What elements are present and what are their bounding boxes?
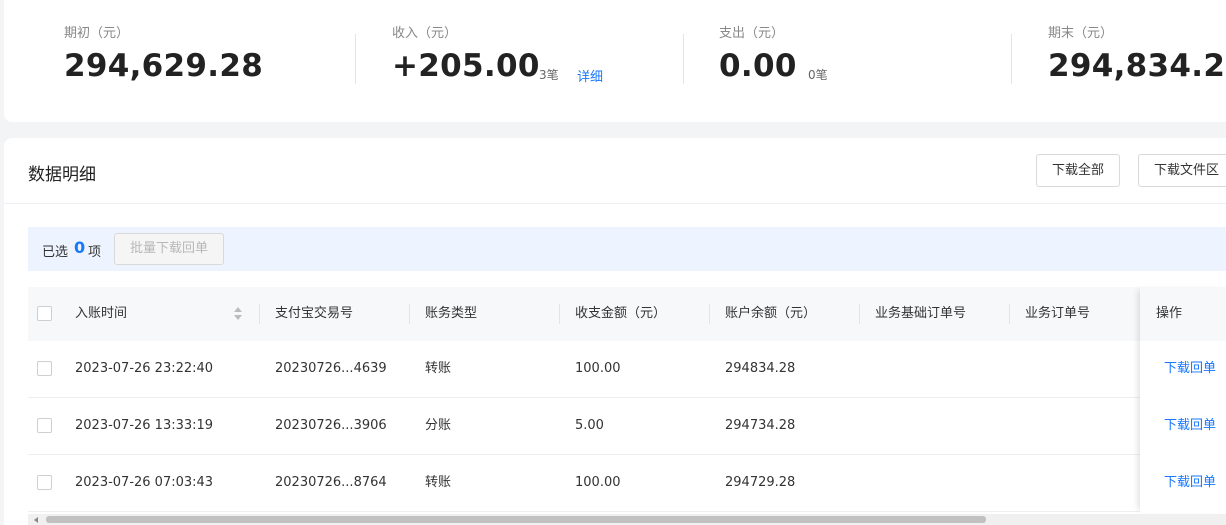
scrollbar-thumb[interactable] bbox=[46, 516, 986, 523]
column-separator bbox=[709, 304, 710, 324]
scroll-left-arrow-icon[interactable] bbox=[34, 517, 38, 523]
cell-balance: 294729.28 bbox=[725, 475, 796, 490]
selection-suffix: 项 bbox=[88, 245, 102, 260]
column-header-balance: 账户余额（元） bbox=[725, 306, 817, 321]
opening-balance-value: 294,629.28 bbox=[64, 48, 264, 84]
expense-count: 0笔 bbox=[808, 68, 828, 82]
horizontal-scrollbar[interactable] bbox=[28, 514, 1226, 525]
income-count: 3笔 bbox=[539, 68, 559, 82]
cell-trade-no: 20230726...3906 bbox=[275, 418, 387, 433]
table-row: 2023-07-26 13:33:19 20230726...3906 分账 5… bbox=[28, 398, 1226, 455]
table-row: 2023-07-26 23:22:40 20230726...4639 转账 1… bbox=[28, 341, 1226, 398]
income-detail-link[interactable]: 详细 bbox=[577, 66, 603, 85]
selection-count: 0 bbox=[74, 238, 86, 257]
data-detail-panel: 数据明细 下载全部 下载文件区 已选 0 项 批量下载回单 入账时间 支付宝交易… bbox=[4, 138, 1226, 525]
column-header-type: 账务类型 bbox=[425, 306, 478, 321]
cell-type: 分账 bbox=[425, 418, 452, 433]
opening-balance-label: 期初（元） bbox=[64, 26, 130, 41]
column-header-base-order: 业务基础订单号 bbox=[875, 306, 967, 321]
column-header-time[interactable]: 入账时间 bbox=[75, 287, 127, 341]
selection-bar: 已选 0 项 批量下载回单 bbox=[28, 227, 1226, 271]
divider bbox=[1011, 34, 1012, 84]
divider bbox=[4, 203, 1226, 204]
download-files-button[interactable]: 下载文件区 bbox=[1138, 154, 1226, 187]
cell-trade-no: 20230726...4639 bbox=[275, 361, 387, 376]
cell-time: 2023-07-26 07:03:43 bbox=[75, 475, 214, 490]
column-header-amount: 收支金额（元） bbox=[575, 306, 667, 321]
column-separator bbox=[859, 304, 860, 324]
column-separator bbox=[409, 304, 410, 324]
column-separator bbox=[559, 304, 560, 324]
download-receipt-link[interactable]: 下载回单 bbox=[1164, 341, 1216, 397]
download-receipt-link[interactable]: 下载回单 bbox=[1164, 398, 1216, 454]
divider bbox=[355, 34, 356, 84]
download-all-button[interactable]: 下载全部 bbox=[1036, 154, 1121, 187]
balance-summary: 期初（元） 294,629.28 收入（元） +205.00 3笔 详细 支出（… bbox=[4, 0, 1226, 122]
operations-column: 操作 下载回单 下载回单 下载回单 bbox=[1140, 287, 1226, 513]
transactions-table: 入账时间 支付宝交易号 账务类型 收支金额（元） 账户余额（元） 业务基础订单号… bbox=[28, 287, 1226, 513]
cell-time: 2023-07-26 23:22:40 bbox=[75, 361, 214, 376]
closing-balance-value: 294,834.28 bbox=[1048, 48, 1226, 84]
cell-type: 转账 bbox=[425, 475, 452, 490]
table-row: 2023-07-26 07:03:43 20230726...8764 转账 1… bbox=[28, 455, 1226, 512]
closing-balance-label: 期末（元） bbox=[1048, 26, 1114, 41]
cell-balance: 294834.28 bbox=[725, 361, 796, 376]
income-value: +205.00 bbox=[392, 48, 540, 84]
column-separator bbox=[259, 304, 260, 324]
cell-amount: 5.00 bbox=[575, 418, 604, 433]
panel-title: 数据明细 bbox=[28, 165, 96, 185]
divider bbox=[683, 34, 684, 84]
cell-amount: 100.00 bbox=[575, 475, 621, 490]
operations-header: 操作 bbox=[1140, 287, 1226, 341]
row-checkbox[interactable] bbox=[37, 361, 52, 376]
column-header-trade-no: 支付宝交易号 bbox=[275, 306, 354, 321]
batch-download-receipts-button[interactable]: 批量下载回单 bbox=[114, 233, 225, 265]
table-header: 入账时间 支付宝交易号 账务类型 收支金额（元） 账户余额（元） 业务基础订单号… bbox=[28, 287, 1226, 341]
sort-icon[interactable] bbox=[234, 307, 242, 321]
income-label: 收入（元） bbox=[392, 26, 458, 41]
row-checkbox[interactable] bbox=[37, 418, 52, 433]
download-receipt-link[interactable]: 下载回单 bbox=[1164, 455, 1216, 511]
expense-label: 支出（元） bbox=[719, 26, 785, 41]
cell-balance: 294734.28 bbox=[725, 418, 796, 433]
cell-amount: 100.00 bbox=[575, 361, 621, 376]
column-separator bbox=[1009, 304, 1010, 324]
expense-value: 0.00 bbox=[719, 48, 797, 84]
selection-prefix: 已选 bbox=[42, 245, 69, 260]
cell-trade-no: 20230726...8764 bbox=[275, 475, 387, 490]
cell-time: 2023-07-26 13:33:19 bbox=[75, 418, 214, 433]
row-checkbox[interactable] bbox=[37, 475, 52, 490]
column-header-order: 业务订单号 bbox=[1025, 306, 1091, 321]
cell-type: 转账 bbox=[425, 361, 452, 376]
select-all-checkbox[interactable] bbox=[37, 306, 52, 321]
column-header-op: 操作 bbox=[1156, 306, 1183, 321]
